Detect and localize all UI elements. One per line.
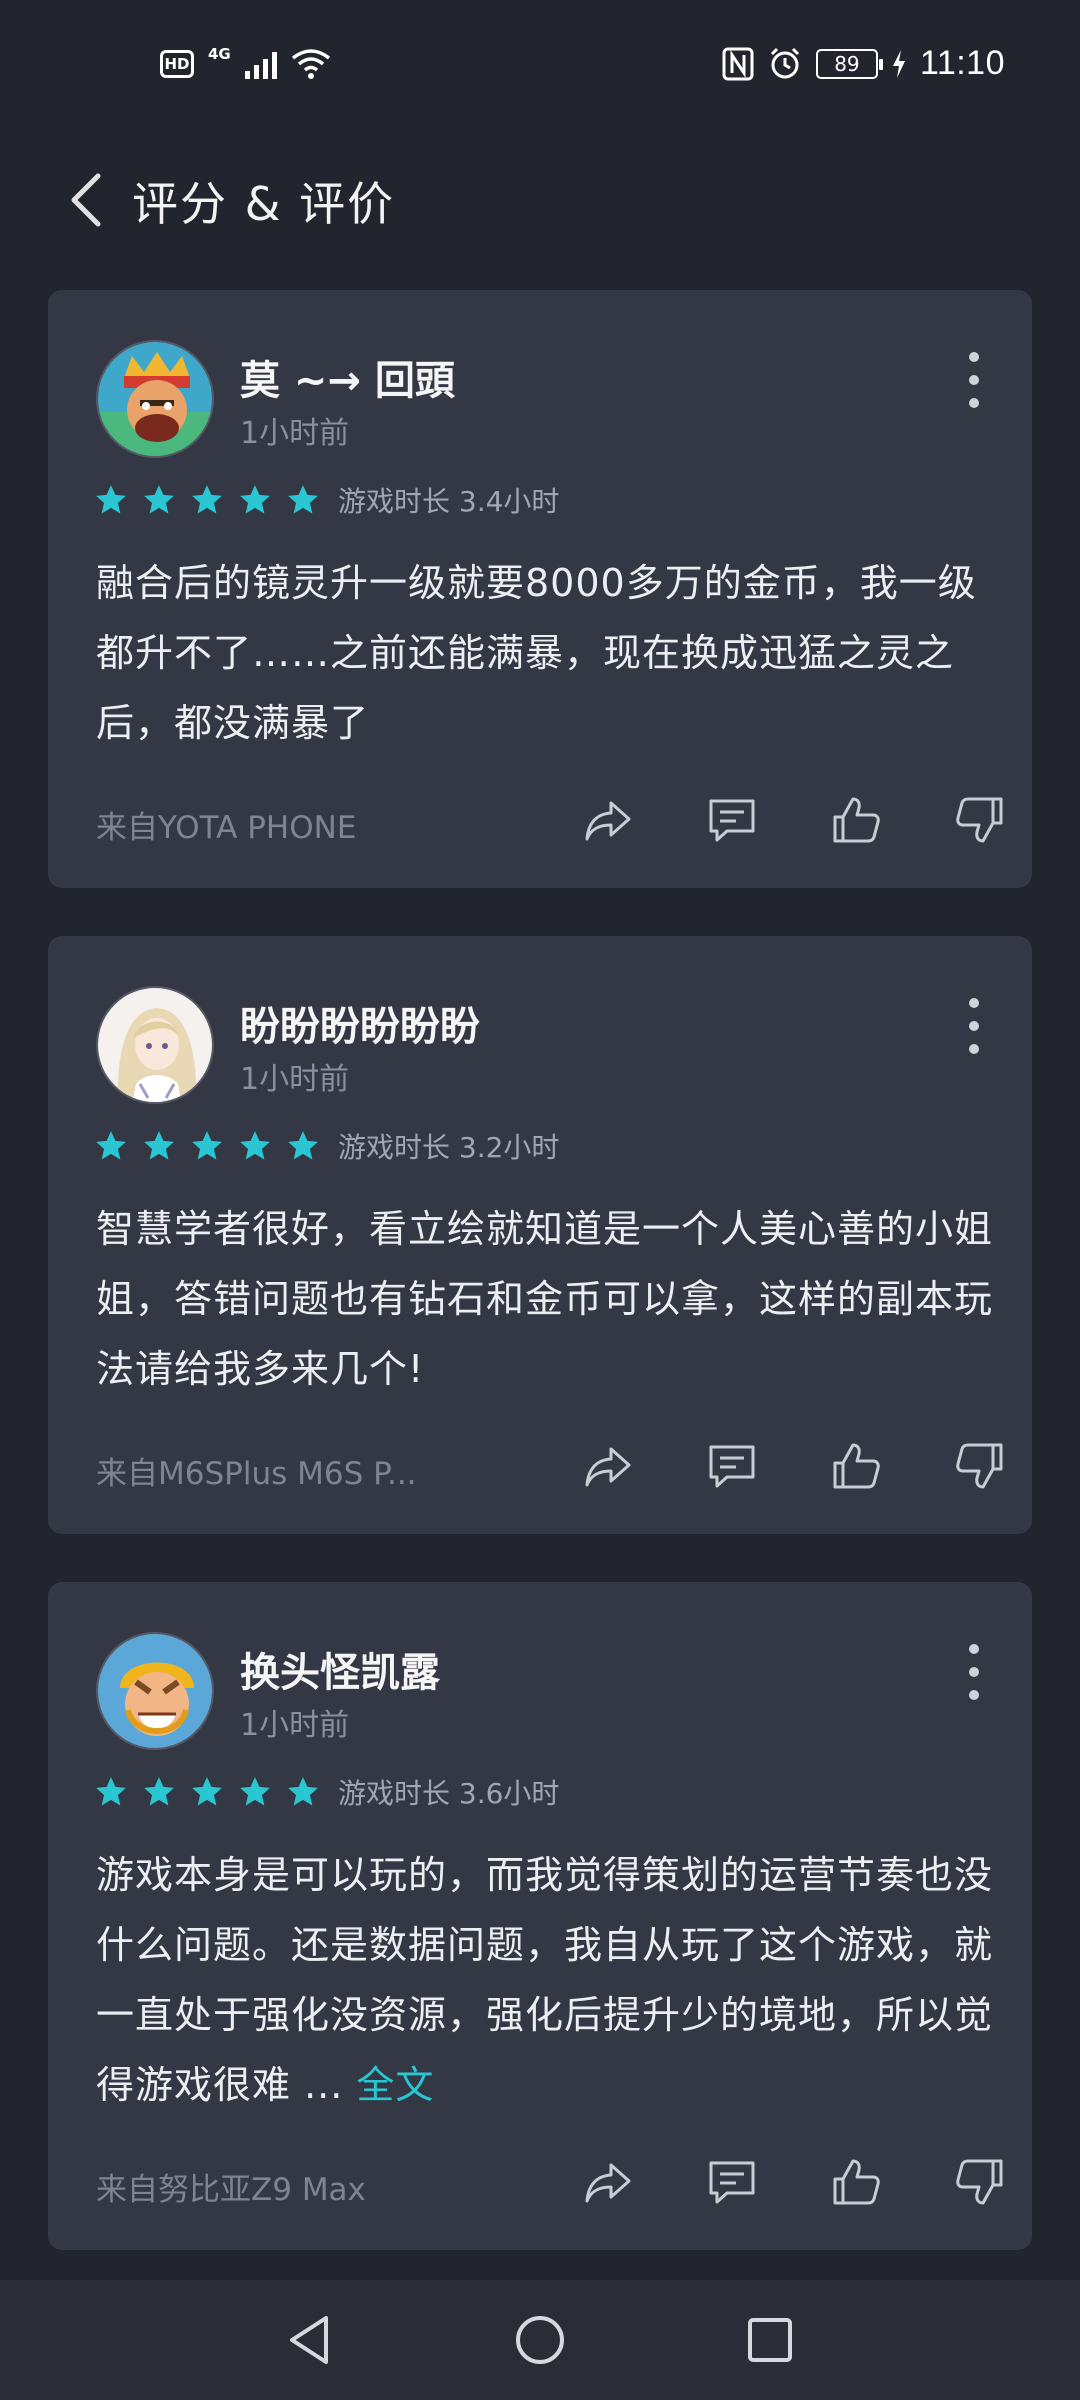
comment-button[interactable] <box>670 790 794 850</box>
review-card: 换头怪凯露 1小时前 游戏时长 3.6小时 游戏本身是可以玩的，而我觉得策划的运… <box>48 1582 1032 2250</box>
play-time: 游戏时长 3.4小时 <box>338 485 560 518</box>
charging-icon <box>892 49 905 78</box>
review-actions <box>546 790 1042 850</box>
star-icon <box>144 1131 174 1160</box>
post-time: 1小时前 <box>240 416 350 451</box>
rating-row: 游戏时长 3.2小时 <box>94 1126 559 1166</box>
share-button[interactable] <box>546 1436 670 1496</box>
thumbs-up-icon <box>833 1443 880 1489</box>
star-icon <box>96 1777 126 1806</box>
thumbs-up-icon <box>833 797 880 843</box>
share-icon <box>585 1447 631 1487</box>
review-text: 融合后的镜灵升一级就要8000多万的金币，我一级都升不了……之前还能满暴，现在换… <box>96 561 977 745</box>
nav-recents-icon[interactable] <box>738 2308 802 2372</box>
star-icon <box>288 485 318 514</box>
device-label: 来自努比亚Z9 Max <box>96 2172 366 2208</box>
share-icon <box>585 2163 631 2203</box>
star-icon <box>96 485 126 514</box>
rating-row: 游戏时长 3.4小时 <box>94 480 559 520</box>
page-header: 评分 & 评价 <box>0 150 1080 250</box>
dislike-button[interactable] <box>918 2152 1042 2212</box>
comment-button[interactable] <box>670 1436 794 1496</box>
share-button[interactable] <box>546 790 670 850</box>
battery-indicator: 89 <box>815 48 883 79</box>
comment-icon <box>709 799 755 842</box>
user-name[interactable]: 莫 ~→ 回頭 <box>240 348 455 406</box>
hd-icon: HD <box>160 50 194 78</box>
share-icon <box>585 801 631 841</box>
star-icon <box>144 485 174 514</box>
network-type: 4G <box>208 45 231 63</box>
signal-icon <box>244 49 277 79</box>
like-button[interactable] <box>794 1436 918 1496</box>
review-card: 盼盼盼盼盼盼 1小时前 游戏时长 3.2小时 智慧学者很好，看立绘就知道是一个人… <box>48 936 1032 1534</box>
read-more-link[interactable]: 全文 <box>356 2063 434 2107</box>
star-icon <box>240 485 270 514</box>
thumbs-up-icon <box>833 2159 880 2205</box>
review-actions <box>546 2152 1042 2212</box>
alarm-icon <box>770 47 799 78</box>
post-time: 1小时前 <box>240 1708 350 1743</box>
like-button[interactable] <box>794 790 918 850</box>
post-time: 1小时前 <box>240 1062 350 1097</box>
star-icon <box>144 1777 174 1806</box>
star-icon <box>240 1777 270 1806</box>
like-button[interactable] <box>794 2152 918 2212</box>
thumbs-down-icon <box>956 1443 1003 1489</box>
play-time: 游戏时长 3.6小时 <box>338 1777 560 1810</box>
user-avatar[interactable] <box>96 986 214 1104</box>
comment-button[interactable] <box>670 2152 794 2212</box>
star-icon <box>240 1131 270 1160</box>
star-icon <box>192 1777 222 1806</box>
page-title: 评分 & 评价 <box>132 177 396 231</box>
nav-back-icon[interactable] <box>278 2308 342 2372</box>
star-icon <box>288 1131 318 1160</box>
device-label: 来自YOTA PHONE <box>96 810 357 846</box>
review-text: 游戏本身是可以玩的，而我觉得策划的运营节奏也没什么问题。还是数据问题，我自从玩了… <box>96 1840 996 2120</box>
star-icon <box>192 1131 222 1160</box>
thumbs-down-icon <box>956 2159 1003 2205</box>
thumbs-down-icon <box>956 797 1003 843</box>
user-avatar[interactable] <box>96 1632 214 1750</box>
star-icon <box>96 1131 126 1160</box>
rating-row: 游戏时长 3.6小时 <box>94 1772 559 1812</box>
comment-icon <box>709 2161 755 2204</box>
nav-home-icon[interactable] <box>508 2308 572 2372</box>
review-actions <box>546 1436 1042 1496</box>
user-name[interactable]: 盼盼盼盼盼盼 <box>240 994 480 1052</box>
back-arrow-icon[interactable] <box>62 168 112 232</box>
review-card: 莫 ~→ 回頭 1小时前 游戏时长 3.4小时 融合后的镜灵升一级就要8000多… <box>48 290 1032 888</box>
star-icon <box>288 1777 318 1806</box>
dislike-button[interactable] <box>918 1436 1042 1496</box>
clock: 11:10 <box>919 44 1005 82</box>
more-options-icon[interactable] <box>964 998 984 1054</box>
play-time: 游戏时长 3.2小时 <box>338 1131 560 1164</box>
review-text-body: 游戏本身是可以玩的，而我觉得策划的运营节奏也没什么问题。还是数据问题，我自从玩了… <box>96 1853 994 2107</box>
dislike-button[interactable] <box>918 790 1042 850</box>
review-text: 智慧学者很好，看立绘就知道是一个人美心善的小姐姐，答错问题也有钻石和金币可以拿，… <box>96 1207 994 1391</box>
device-label: 来自M6SPlus M6S P... <box>96 1456 417 1492</box>
nfc-icon <box>722 47 754 80</box>
share-button[interactable] <box>546 2152 670 2212</box>
wifi-icon <box>291 49 330 79</box>
more-options-icon[interactable] <box>964 352 984 408</box>
more-options-icon[interactable] <box>964 1644 984 1700</box>
status-bar: HD 4G 89 11:10 <box>0 0 1080 130</box>
star-icon <box>192 485 222 514</box>
comment-icon <box>709 1445 755 1488</box>
user-name[interactable]: 换头怪凯露 <box>240 1640 440 1698</box>
system-nav-bar <box>0 2280 1080 2400</box>
user-avatar[interactable] <box>96 340 214 458</box>
